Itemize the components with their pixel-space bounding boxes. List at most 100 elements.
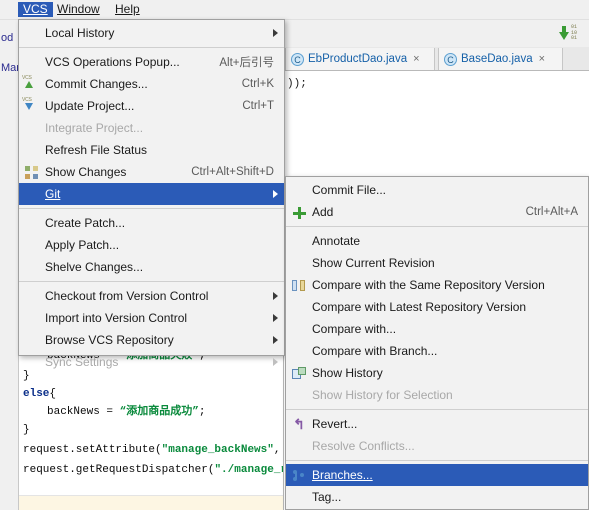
no-icon [19, 332, 45, 348]
code-token: "./manage_re [214, 464, 283, 476]
menu-item-label: Add [312, 205, 334, 219]
code-token: ; [198, 406, 206, 418]
menu-item-commit-file[interactable]: Commit File... [286, 179, 588, 201]
no-icon [286, 255, 312, 271]
menu-item-shortcut: Ctrl+T [242, 100, 274, 112]
show-changes-icon [19, 164, 45, 180]
code-token: else [23, 388, 50, 400]
code-token: { [49, 388, 57, 400]
editor-tab-label: EbProductDao.java [308, 53, 408, 65]
menu-item-label: Apply Patch... [45, 238, 120, 252]
menu-item-import-into-version-control[interactable]: Import into Version Control [19, 307, 284, 329]
menu-item-show-current-revision[interactable]: Show Current Revision [286, 252, 588, 274]
menu-item-label: Show Current Revision [312, 256, 435, 270]
menu-item-create-patch[interactable]: Create Patch... [19, 212, 284, 234]
project-fragment-0: od [1, 32, 14, 44]
menu-item-compare-with-branch[interactable]: Compare with Branch... [286, 340, 588, 362]
menu-item-label: Refresh File Status [45, 143, 148, 157]
no-icon [19, 215, 45, 231]
vcs-update-icon: VCS [19, 97, 45, 114]
menu-item-label: Compare with... [312, 322, 397, 336]
menubar-help-label: Help [115, 2, 140, 16]
menu-item-commit-changes[interactable]: VCS Commit Changes... Ctrl+K [19, 73, 284, 95]
no-icon [286, 299, 312, 315]
editor-tab-ebproductdao[interactable]: C EbProductDao.java × [285, 48, 435, 70]
editor-toolbar: 01 10 01 [283, 20, 589, 48]
menu-item-vcs-operations-popup[interactable]: VCS Operations Popup... Alt+后引号 [19, 51, 284, 73]
menu-separator [19, 281, 284, 282]
menu-item-refresh-file-status[interactable]: Refresh File Status [19, 139, 284, 161]
code-line: )); [287, 78, 307, 90]
menu-item-show-changes[interactable]: Show Changes Ctrl+Alt+Shift+D [19, 161, 284, 183]
menu-item-shortcut: Alt+后引号 [219, 57, 274, 69]
editor-code-right: )); [285, 72, 589, 192]
close-icon[interactable]: × [539, 53, 545, 65]
menu-item-compare-with-latest-repository-version[interactable]: Compare with Latest Repository Version [286, 296, 588, 318]
code-line: backNews = “添加商品成功”; [47, 406, 205, 418]
menu-item-revert[interactable]: ↰ Revert... [286, 413, 588, 435]
menu-item-git[interactable]: Git [19, 183, 284, 205]
menu-item-label: Create Patch... [45, 216, 126, 230]
download-update-icon[interactable]: 01 10 01 [559, 24, 583, 42]
menubar-item-vcs[interactable]: VCS [18, 2, 53, 17]
menu-item-show-history[interactable]: Show History [286, 362, 588, 384]
menu-item-label: Commit File... [312, 183, 387, 197]
chevron-right-icon [273, 190, 278, 198]
no-icon [19, 288, 45, 304]
no-icon [286, 233, 312, 249]
branches-icon [286, 467, 312, 483]
menu-separator [286, 460, 588, 461]
revert-icon: ↰ [293, 415, 305, 432]
code-line: else{ [23, 388, 56, 400]
menu-item-label: VCS Operations Popup... [45, 55, 180, 69]
menu-item-label: Update Project... [45, 99, 135, 113]
menu-item-apply-patch[interactable]: Apply Patch... [19, 234, 284, 256]
menu-item-label: Local History [45, 26, 115, 40]
download-update-bits: 01 10 01 [571, 24, 578, 41]
no-icon [286, 182, 312, 198]
menu-item-local-history[interactable]: Local History [19, 22, 284, 44]
menu-item-checkout-from-version-control[interactable]: Checkout from Version Control [19, 285, 284, 307]
editor-tab-basedao[interactable]: C BaseDao.java × [438, 48, 563, 70]
menu-item-tag[interactable]: Tag... [286, 486, 588, 508]
code-line: request.setAttribute("manage_backNews", … [23, 444, 283, 456]
show-history-icon [286, 365, 312, 381]
menu-item-label: Integrate Project... [45, 121, 144, 135]
menu-item-label: Git [45, 187, 61, 201]
code-token: "manage_backNews" [161, 444, 274, 456]
menu-item-label: Sync Settings [45, 355, 119, 369]
no-icon [19, 237, 45, 253]
close-icon[interactable]: × [413, 53, 419, 65]
menu-item-shortcut: Ctrl+K [241, 78, 274, 90]
menu-item-annotate[interactable]: Annotate [286, 230, 588, 252]
menu-item-shelve-changes[interactable]: Shelve Changes... [19, 256, 284, 278]
code-token: backNews = [47, 406, 120, 418]
menubar-item-help[interactable]: Help [110, 2, 145, 17]
menu-item-browse-vcs-repository[interactable]: Browse VCS Repository [19, 329, 284, 351]
editor-bottom-strip [19, 495, 283, 510]
menu-item-label: Annotate [312, 234, 361, 248]
code-token: request.getRequestDispatcher( [23, 464, 215, 476]
ide-window: od Mar ⋮ backNews = “添加商品失败”;}else{backN… [0, 0, 589, 510]
no-icon [19, 25, 45, 41]
menu-item-compare-with-same-repository-version[interactable]: Compare with the Same Repository Version [286, 274, 588, 296]
menu-item-show-history-for-selection: Show History for Selection [286, 384, 588, 406]
chevron-right-icon [273, 358, 278, 366]
compare-icon [286, 277, 312, 293]
menubar-item-window[interactable]: Window [52, 2, 105, 17]
no-icon [19, 142, 45, 158]
menu-item-compare-with[interactable]: Compare with... [286, 318, 588, 340]
editor-tab-label: BaseDao.java [461, 53, 533, 65]
menu-item-branches[interactable]: Branches... [286, 464, 588, 486]
menu-item-label: Show History for Selection [312, 388, 453, 402]
menu-item-add[interactable]: Add Ctrl+Alt+A [286, 201, 588, 223]
menu-item-update-project[interactable]: VCS Update Project... Ctrl+T [19, 95, 284, 117]
menubar: VCS Window Help [0, 0, 589, 20]
chevron-right-icon [273, 292, 278, 300]
no-icon [286, 438, 312, 454]
vcs-dropdown-menu: Local History VCS Operations Popup... Al… [18, 19, 285, 369]
git-submenu: Commit File... Add Ctrl+Alt+A Annotate S… [285, 176, 589, 510]
no-icon [19, 54, 45, 70]
menu-item-label: Compare with the Same Repository Version [312, 278, 545, 292]
menu-item-label: Shelve Changes... [45, 260, 144, 274]
